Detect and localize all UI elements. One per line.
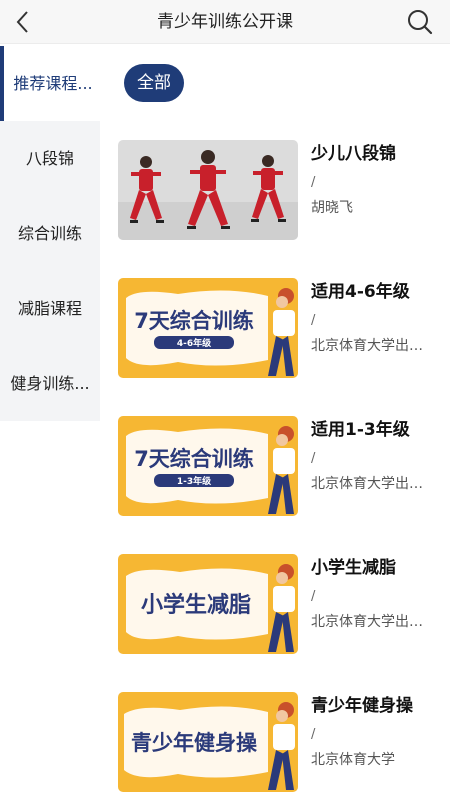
thumb-headline: 小学生减脂 <box>141 592 251 618</box>
course-title: 适用4-6年级 <box>311 282 410 302</box>
sidebar-item-comprehensive[interactable]: 综合训练 <box>0 196 100 271</box>
page-title: 青少年训练公开课 <box>157 12 293 32</box>
top-bar: 青少年训练公开课 <box>0 0 450 44</box>
thumb-subtitle: 1-3年级 <box>177 475 212 487</box>
thumb-subtitle: 4-6年级 <box>177 337 212 349</box>
sidebar-item-fat-loss[interactable]: 减脂课程 <box>0 271 100 346</box>
course-author: 北京体育大学出… <box>311 338 423 354</box>
sidebar-item-baduanjin[interactable]: 八段锦 <box>0 121 100 196</box>
filter-all-button[interactable]: 全部 <box>124 64 184 102</box>
course-card[interactable]: 7天综合训练 4-6年级 适用4-6年级 / 北京体育大学出… <box>118 278 438 416</box>
course-author: 北京体育大学出… <box>311 476 423 492</box>
course-separator: / <box>311 589 316 604</box>
course-title: 少儿八段锦 <box>311 144 396 164</box>
category-sidebar: 推荐课程... 八段锦 综合训练 减脂课程 健身训练... <box>0 46 100 421</box>
course-author: 胡晓飞 <box>311 200 353 216</box>
course-card[interactable]: 小学生减脂 小学生减脂 / 北京体育大学出… <box>118 554 438 692</box>
course-separator: / <box>311 451 316 466</box>
sidebar-item-label: 综合训练 <box>17 224 82 243</box>
search-button[interactable] <box>404 6 436 38</box>
course-title: 适用1-3年级 <box>311 420 410 440</box>
course-thumbnail: 7天综合训练 4-6年级 <box>118 278 298 378</box>
course-thumbnail: 小学生减脂 <box>118 554 298 654</box>
sidebar-item-label: 推荐课程... <box>13 74 93 93</box>
course-card[interactable]: 青少年健身操 青少年健身操 / 北京体育大学 <box>118 692 438 800</box>
sidebar-item-label: 八段锦 <box>25 149 74 168</box>
search-icon <box>408 10 433 35</box>
sidebar-item-fitness[interactable]: 健身训练... <box>0 346 100 421</box>
course-thumbnail: 青少年健身操 <box>118 692 298 792</box>
course-thumbnail: 7天综合训练 1-3年级 <box>118 416 298 516</box>
course-title: 小学生减脂 <box>311 558 396 578</box>
course-author: 北京体育大学出… <box>311 614 423 630</box>
course-separator: / <box>311 175 316 190</box>
course-card[interactable]: 少儿八段锦 / 胡晓飞 <box>118 140 438 278</box>
course-title: 青少年健身操 <box>311 696 413 716</box>
sidebar-item-recommended[interactable]: 推荐课程... <box>0 46 100 121</box>
thumb-headline: 青少年健身操 <box>131 731 258 755</box>
course-author: 北京体育大学 <box>311 752 395 768</box>
thumb-headline: 7天综合训练 <box>134 447 254 471</box>
course-list: 少儿八段锦 / 胡晓飞 7天综合训练 4-6年级 适用4-6年级 / 北京体育大… <box>118 140 438 800</box>
course-card[interactable]: 7天综合训练 1-3年级 适用1-3年级 / 北京体育大学出… <box>118 416 438 554</box>
sidebar-item-label: 减脂课程 <box>17 299 82 318</box>
course-separator: / <box>311 727 316 742</box>
sidebar-item-label: 健身训练... <box>10 374 90 393</box>
course-separator: / <box>311 313 316 328</box>
course-thumbnail <box>118 140 298 240</box>
thumb-headline: 7天综合训练 <box>134 309 254 333</box>
